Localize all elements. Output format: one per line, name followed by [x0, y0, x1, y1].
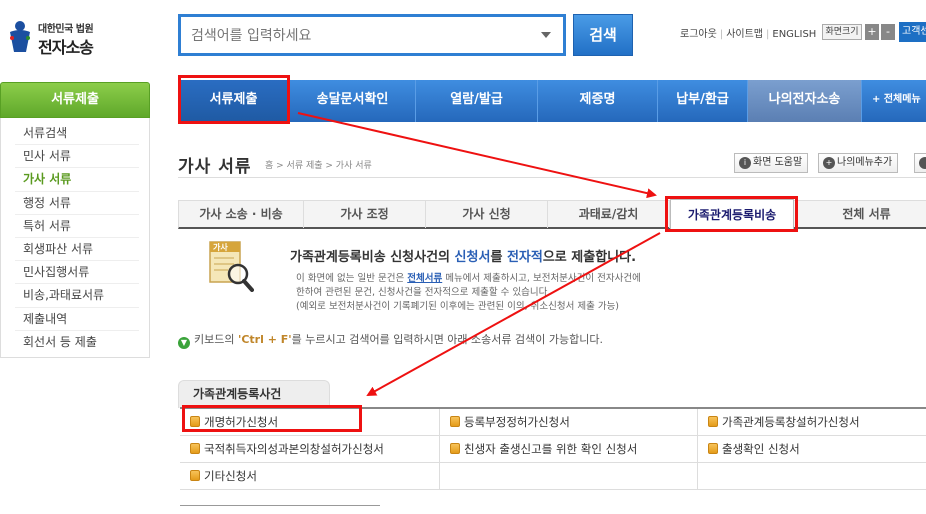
sitemap-link[interactable]: 사이트맵: [726, 29, 763, 40]
arrow-to-tab: [297, 112, 657, 199]
utility-links: 로그아웃 | 사이트맵 | ENGLISH: [680, 29, 817, 40]
down-arrow-icon: ▼: [178, 337, 190, 349]
sidebar-item-patent[interactable]: 특허 서류: [15, 215, 139, 238]
doc-naturalized-surname[interactable]: 국적취득자의성과본의창설허가신청서: [180, 436, 440, 463]
english-link[interactable]: ENGLISH: [772, 29, 816, 40]
search-button[interactable]: 검색: [573, 14, 633, 56]
all-documents-link[interactable]: 전체서류: [407, 273, 442, 284]
tab-fine-detention[interactable]: 과태료/감치: [548, 201, 670, 228]
plus-icon: +: [823, 157, 835, 169]
document-icon: [708, 416, 718, 427]
empty-cell: [440, 463, 698, 490]
logout-link[interactable]: 로그아웃: [680, 29, 717, 40]
tab-family-mediation[interactable]: 가사 조정: [304, 201, 426, 228]
highlight-tab-family-registration: [665, 196, 798, 232]
document-tabs: 가사 소송 · 비송 가사 조정 가사 신청 과태료/감치 가족관계등록비송 전…: [178, 199, 926, 230]
info-icon: i: [739, 157, 751, 169]
intro-description: 이 화면에 없는 일반 문건은 전체서류 메뉴에서 제출하시고, 보전처분사건이…: [296, 273, 641, 312]
font-size-label: 화면크기: [822, 24, 862, 40]
document-icon: [190, 443, 200, 454]
document-icon: [450, 443, 460, 454]
sidebar-title: 서류제출: [0, 82, 150, 118]
add-my-menu-button[interactable]: + 나의메뉴추가: [818, 153, 899, 173]
sidebar-item-submission-history[interactable]: 제출내역: [15, 308, 139, 331]
doc-other-application[interactable]: 기타신청서: [180, 463, 440, 490]
document-icon: [708, 443, 718, 454]
document-search-icon: 가사: [209, 241, 254, 292]
doc-register-creation[interactable]: 가족관계등록창설허가신청서: [698, 409, 926, 436]
sidebar-item-family[interactable]: 가사 서류: [15, 168, 139, 192]
intro-title: 가족관계등록비송 신청사건의 신청서를 전자적으로 제출합니다.: [290, 250, 637, 265]
highlight-doc-name-change: [182, 405, 362, 432]
breadcrumb: 홈 > 서류 제출 > 가사 서류: [265, 161, 372, 171]
sidebar-item-nonlitigation[interactable]: 비송,과태료서류: [15, 284, 139, 308]
sidebar-item-civil[interactable]: 민사 서류: [15, 145, 139, 169]
main-nav: 서류제출 송달문서확인 열람/발급 제증명 납부/환급 나의전자소송 + 전체메…: [178, 80, 926, 122]
tab-all-documents[interactable]: 전체 서류: [794, 201, 926, 228]
highlight-nav-submission: [178, 75, 290, 124]
font-decrease-button[interactable]: -: [881, 24, 895, 40]
nav-service-check[interactable]: 송달문서확인: [290, 80, 416, 122]
search-input[interactable]: [191, 25, 531, 47]
tab-family-application[interactable]: 가사 신청: [426, 201, 548, 228]
svg-text:가사: 가사: [213, 242, 228, 252]
document-icon: [450, 416, 460, 427]
sidebar-item-rehabilitation[interactable]: 회생파산 서류: [15, 238, 139, 262]
category-tab: 가족관계등록사건: [178, 380, 330, 408]
logo-subtitle: 대한민국 법원: [38, 24, 94, 35]
font-increase-button[interactable]: +: [865, 24, 879, 40]
print-button[interactable]: [914, 153, 926, 173]
nav-all-menu[interactable]: + 전체메뉴: [872, 80, 921, 122]
sidebar-item-document-search[interactable]: 서류검색: [15, 122, 139, 146]
doc-birth-confirmation-report[interactable]: 친생자 출생신고를 위한 확인 신청서: [440, 436, 698, 463]
nav-certificates[interactable]: 제증명: [538, 80, 658, 122]
dropdown-caret-icon[interactable]: [541, 32, 551, 38]
sidebar-menu: 서류검색 민사 서류 가사 서류 행정 서류 특허 서류 회생파산 서류 민사집…: [0, 118, 150, 358]
court-logo[interactable]: 대한민국 법원 전자소송: [6, 14, 116, 60]
court-emblem-icon: [10, 21, 30, 52]
nav-view-issue[interactable]: 열람/발급: [416, 80, 538, 122]
help-button[interactable]: i 화면 도움말: [734, 153, 809, 173]
logo-title: 전자소송: [38, 38, 94, 57]
nav-payment-refund[interactable]: 납부/환급: [658, 80, 748, 122]
document-icon: [190, 470, 200, 481]
sidebar-item-reply-submission[interactable]: 회선서 등 제출: [15, 331, 139, 354]
printer-icon: [919, 157, 926, 169]
doc-register-correction[interactable]: 등록부정정허가신청서: [440, 409, 698, 436]
keyboard-tip: ▼ 키보드의 'Ctrl + F'를 누르시고 검색어를 입력하시면 아래 소송서…: [178, 331, 603, 349]
tab-family-litigation[interactable]: 가사 소송 · 비송: [179, 201, 304, 228]
customer-center-button[interactable]: 고객센터: [899, 22, 926, 42]
bottom-divider: [180, 505, 380, 506]
search-box: [178, 14, 566, 56]
sidebar-item-administrative[interactable]: 행정 서류: [15, 192, 139, 215]
page-title: 가사 서류: [178, 157, 252, 177]
sidebar-item-civil-execution[interactable]: 민사집행서류: [15, 261, 139, 285]
doc-birth-confirmation[interactable]: 출생확인 신청서: [698, 436, 926, 463]
title-divider: [178, 177, 926, 178]
nav-my-ecourt[interactable]: 나의전자소송: [748, 80, 862, 122]
empty-cell: [698, 463, 926, 490]
